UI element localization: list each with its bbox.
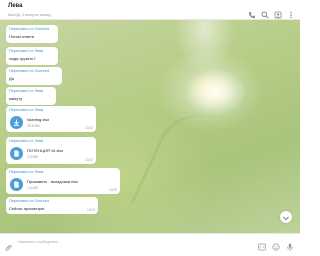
message-text: Потом ответи [9, 34, 35, 39]
forwarded-from[interactable]: Переслано от Лева [9, 139, 43, 143]
wallpaper-stem [130, 102, 253, 233]
chevron-down-icon [283, 216, 289, 221]
message-time: 13:02 [85, 126, 93, 130]
forwarded-from[interactable]: Переслано от Лева [9, 108, 43, 112]
file-size: 49.8 MB [27, 124, 40, 128]
account-icon[interactable] [274, 6, 282, 19]
file-size: 1.6 MB [27, 186, 38, 190]
file-size: 3.8 MB [27, 155, 38, 159]
download-icon[interactable] [10, 116, 23, 129]
message-bubble[interactable]: Переслано от Лева сюда грузить? [6, 47, 58, 65]
emoji-icon[interactable] [272, 238, 280, 251]
message-time: 13:02 [109, 188, 117, 192]
document-icon[interactable] [10, 178, 23, 191]
forwarded-from[interactable]: Переслано от Overlord [9, 69, 49, 73]
message-text: Да [9, 76, 14, 81]
forwarded-from[interactable]: Переслано от Overlord [9, 27, 49, 31]
message-time: 13:02 [85, 158, 93, 162]
message-bubble[interactable]: Переслано от Overlord Да [6, 67, 62, 85]
message-text: сюда грузить? [9, 56, 36, 61]
message-text: минуту [9, 96, 23, 101]
message-bubble[interactable]: Переслано от Лева минуту [6, 87, 56, 105]
forwarded-from[interactable]: Переслано от Лева [9, 170, 43, 174]
chat-area[interactable]: Переслано от Overlord Потом ответи Перес… [0, 20, 300, 233]
file-message[interactable]: Переслано от Лева Istarting.xlsx 49.8 MB… [6, 106, 96, 132]
command-icon[interactable] [258, 238, 266, 251]
forwarded-from[interactable]: Переслано от Лева [9, 49, 43, 53]
message-bubble[interactable]: Переслано от Overlord Сейчас просмотрю 1… [6, 197, 98, 214]
message-time: 13:03 [87, 208, 95, 212]
document-icon[interactable] [10, 147, 23, 160]
microphone-icon[interactable] [286, 238, 294, 251]
search-icon[interactable] [261, 6, 269, 19]
message-text: Сейчас просмотрю [9, 206, 45, 211]
chat-title[interactable]: Лева [8, 3, 23, 9]
message-bubble[interactable]: Переслано от Overlord Потом ответи [6, 25, 58, 43]
message-input[interactable]: Написать сообщение... [18, 239, 61, 244]
file-name[interactable]: Istarting.xlsx [27, 117, 49, 122]
last-seen-status: был(а) 3 минуты назад [8, 12, 51, 17]
attach-icon[interactable] [5, 238, 13, 251]
chat-header: Лева был(а) 3 минуты назад [0, 0, 300, 20]
file-message[interactable]: Переслано от Лева ПОТЕНЦИЯ 10.xlsx 3.8 M… [6, 137, 96, 164]
message-composer: Написать сообщение... [0, 233, 300, 251]
forwarded-from[interactable]: Переслано от Overlord [9, 199, 49, 203]
forwarded-from[interactable]: Переслано от Лева [9, 89, 43, 93]
scroll-down-button[interactable] [280, 211, 292, 223]
phone-icon[interactable] [248, 6, 256, 19]
file-message[interactable]: Переслано от Лева Прожаветь - вкладчики.… [6, 168, 120, 194]
file-name[interactable]: Прожаветь - вкладчики.xlsx [27, 179, 78, 184]
file-name[interactable]: ПОТЕНЦИЯ 10.xlsx [27, 148, 63, 153]
more-icon[interactable] [287, 6, 295, 19]
